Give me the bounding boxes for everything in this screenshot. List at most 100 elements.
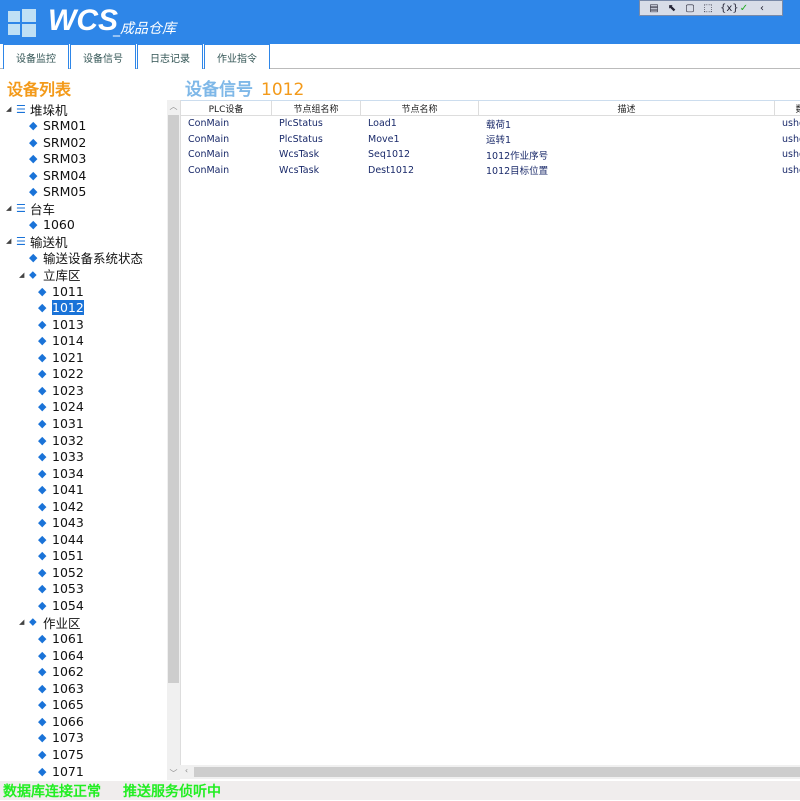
table-row[interactable]: ConMain WcsTask Dest1012 1012目标位置 ushort [181, 163, 800, 179]
tree-item-label: 1063 [52, 680, 84, 696]
table-row[interactable]: ConMain PlcStatus Load1 载荷1 ushort [181, 116, 800, 132]
tab-device-signal[interactable]: 设备信号 [70, 44, 136, 69]
tab-device-monitor[interactable]: 设备监控 [3, 44, 69, 69]
tag-icon: ⬥ [29, 267, 37, 281]
tag-icon: ◆ [38, 284, 47, 298]
expand-arrow-icon[interactable]: ◢ [6, 237, 16, 245]
select-element-icon[interactable]: ⬉ [666, 3, 678, 14]
tag-icon: ◆ [38, 450, 47, 464]
tree-item[interactable]: ◢ ☰ 台车 [6, 200, 55, 217]
tree-item[interactable]: ◆ 1034 [32, 465, 84, 481]
expand-arrow-icon[interactable]: ◢ [6, 105, 16, 113]
tag-icon: ◆ [38, 301, 47, 315]
tree-item[interactable]: ◆ 1065 [32, 697, 84, 713]
h-scroll-thumb[interactable] [194, 767, 800, 777]
tag-icon: ◆ [38, 599, 47, 612]
tree-item[interactable]: ◆ 1071 [32, 763, 84, 779]
tree-item[interactable]: ◆ 1051 [32, 548, 84, 564]
tree-item[interactable]: ◆ 1053 [32, 581, 84, 597]
tree-item[interactable]: ◆ 1013 [32, 316, 84, 332]
expand-arrow-icon[interactable]: ◢ [19, 271, 29, 279]
tree-item[interactable]: ◆ 1064 [32, 647, 84, 663]
tree-item[interactable]: ◆ 1063 [32, 680, 84, 696]
title-bar: WCS _成品仓库 ▤ ⬉ ▢ ⬚ {x} ✓ ‹ [0, 0, 800, 44]
tree-item-label: SRM02 [43, 134, 87, 150]
tag-icon: ◆ [38, 665, 47, 679]
check-icon[interactable]: ✓ [738, 3, 750, 14]
tree-item[interactable]: ◆ SRM03 [19, 151, 86, 167]
tree-item[interactable]: ◢ ⬥ 立库区 [19, 267, 81, 284]
tree-item[interactable]: ◆ SRM04 [19, 167, 86, 183]
tree-item[interactable]: ◆ SRM02 [19, 134, 86, 150]
tree-item[interactable]: ◆ 1022 [32, 366, 84, 382]
tree-item[interactable]: ◆ 1075 [32, 746, 84, 762]
tree-item[interactable]: ◆ SRM05 [19, 184, 86, 200]
tree-item[interactable]: ◆ 1021 [32, 349, 84, 365]
expand-arrow-icon[interactable]: ◢ [19, 618, 29, 626]
tab-job-command[interactable]: 作业指令 [204, 44, 270, 69]
tree-item-label: 1053 [52, 581, 84, 597]
column-header[interactable]: 描述 [479, 101, 775, 115]
table-cell: 载荷1 [486, 119, 512, 131]
tree-item[interactable]: ◆ 1011 [32, 283, 84, 299]
tree-item[interactable]: ◆ 1032 [32, 432, 84, 448]
binding-icon[interactable]: {x} [720, 3, 739, 14]
list-icon: ☰ [16, 201, 26, 215]
signal-grid: PLC设备节点组名称节点名称描述数据 ConMain PlcStatus Load1… [180, 100, 800, 765]
tree-item[interactable]: ◆ 1031 [32, 415, 84, 431]
tree-item[interactable]: ◢ ⬥ 作业区 [19, 614, 81, 631]
scroll-left-icon[interactable]: ‹ [180, 766, 193, 775]
signal-title: 设备信号 [185, 80, 253, 100]
expand-arrow-icon[interactable]: ◢ [6, 204, 16, 212]
tree-item[interactable]: ◆ 1052 [32, 564, 84, 580]
tree-item[interactable]: ◆ 1041 [32, 482, 84, 498]
tree-item[interactable]: ◆ 1054 [32, 598, 84, 614]
tree-item[interactable]: ◆ 1066 [32, 713, 84, 729]
tree-item[interactable]: ◆ 1014 [32, 333, 84, 349]
tree-item-label: 1021 [52, 349, 84, 365]
tag-icon: ◆ [29, 135, 38, 149]
collapse-icon[interactable]: ‹ [756, 3, 768, 14]
tree-item[interactable]: ◆ 1012 [32, 300, 84, 316]
tree-scrollbar[interactable]: ︿ ﹀ [167, 100, 180, 780]
column-header[interactable]: 数据 [775, 101, 800, 115]
tree-item-label: 1073 [52, 730, 84, 746]
column-header[interactable]: 节点名称 [361, 101, 479, 115]
table-cell: ConMain [188, 164, 230, 176]
scroll-up-icon[interactable]: ︿ [167, 101, 180, 112]
table-cell: ConMain [188, 133, 230, 145]
tree-item[interactable]: ◆ 1062 [32, 664, 84, 680]
tree-item[interactable]: ◆ 1042 [32, 498, 84, 514]
tag-icon: ◆ [38, 416, 47, 430]
live-tree-icon[interactable]: ▤ [648, 3, 660, 14]
tree-item[interactable]: ◢ ☰ 输送机 [6, 233, 68, 250]
table-row[interactable]: ConMain WcsTask Seq1012 1012作业序号 ushort [181, 147, 800, 163]
tree-item[interactable]: ◆ 1060 [19, 217, 75, 233]
tree-item[interactable]: ◆ 1033 [32, 449, 84, 465]
tree-item-label: 1044 [52, 531, 84, 547]
tag-icon: ◆ [38, 466, 47, 480]
tree-item[interactable]: ◆ 1073 [32, 730, 84, 746]
tree-item[interactable]: ◆ 输送设备系统状态 [19, 250, 143, 266]
column-header[interactable]: 节点组名称 [272, 101, 361, 115]
table-row[interactable]: ConMain PlcStatus Move1 运转1 ushort [181, 132, 800, 148]
layout-adorner-icon[interactable]: ▢ [684, 3, 696, 14]
tree-item[interactable]: ◆ 1023 [32, 382, 84, 398]
tree-item-label: SRM01 [43, 118, 87, 134]
tag-icon: ◆ [38, 764, 47, 778]
grid-h-scrollbar[interactable]: ‹ [180, 765, 800, 779]
scroll-thumb[interactable] [168, 115, 179, 683]
tree-item-label: 1060 [43, 217, 75, 233]
scroll-down-icon[interactable]: ﹀ [167, 768, 180, 779]
track-focus-icon[interactable]: ⬚ [702, 3, 714, 14]
debug-toolbar: ▤ ⬉ ▢ ⬚ {x} ✓ ‹ [639, 0, 783, 16]
table-cell: ConMain [188, 149, 230, 161]
tree-item[interactable]: ◆ 1024 [32, 399, 84, 415]
tree-item[interactable]: ◆ 1061 [32, 631, 84, 647]
tree-item[interactable]: ◆ 1044 [32, 531, 84, 547]
tree-item[interactable]: ◆ SRM01 [19, 118, 86, 134]
tree-item[interactable]: ◆ 1043 [32, 515, 84, 531]
tab-log[interactable]: 日志记录 [137, 44, 203, 69]
tree-item[interactable]: ◢ ☰ 堆垛机 [6, 101, 68, 118]
column-header[interactable]: PLC设备 [181, 101, 272, 115]
